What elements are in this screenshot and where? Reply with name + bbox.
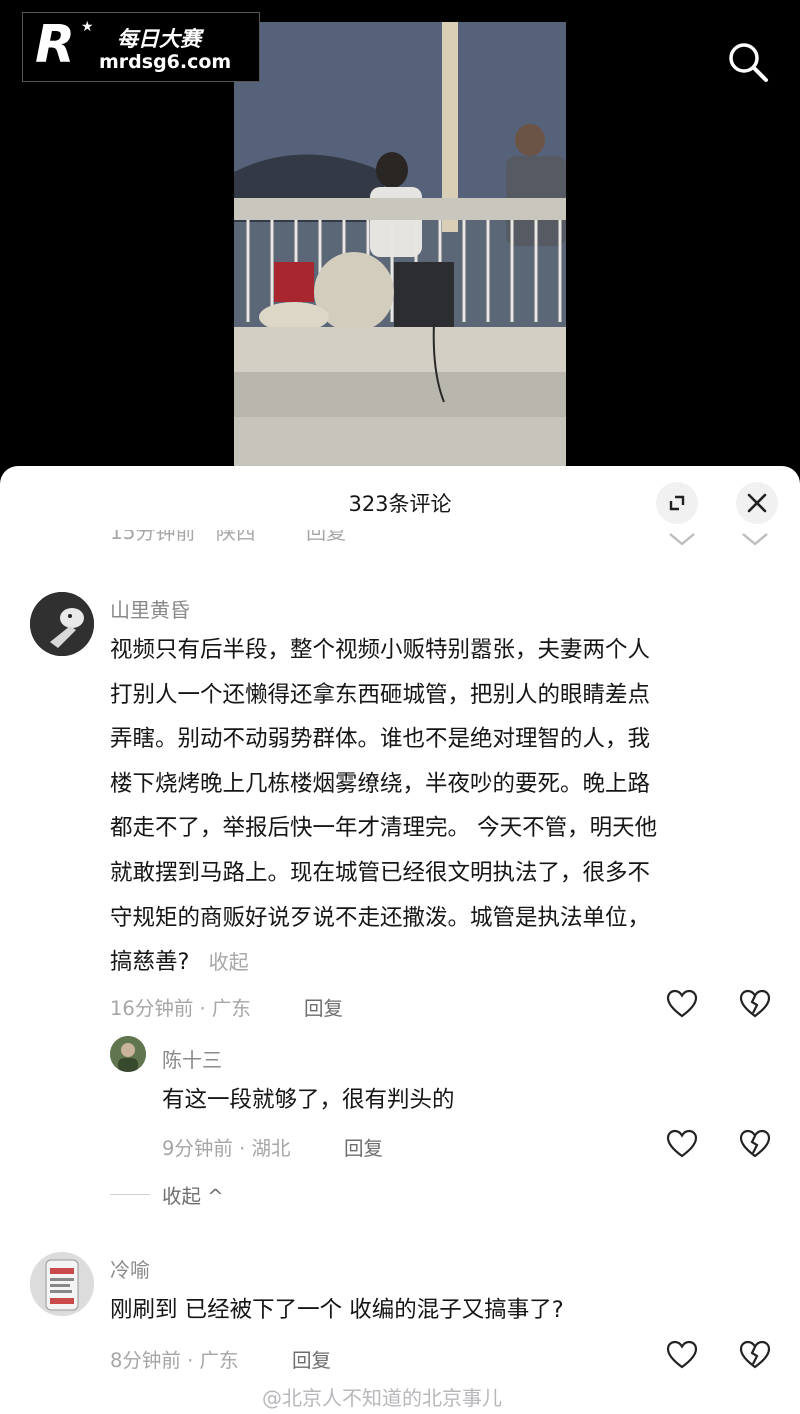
avatar-image [30,592,94,656]
comment-line: 弄瞎。别动不动弱势群体。谁也不是绝对理智的人，我 [110,726,651,753]
reply-button[interactable]: 回复 [292,1344,331,1373]
heart-icon[interactable] [665,1338,699,1372]
comment-time-location: 16分钟前 · 广东 [110,997,251,1020]
comment-line: 都走不了，举报后快一年才清理完。 今天不管，明天他 [110,815,658,842]
reply-username[interactable]: 陈十三 [162,1044,222,1073]
avatar-image [110,1036,146,1072]
broken-heart-icon[interactable] [738,987,772,1021]
previous-comment-time: 15分钟前 [110,530,196,544]
watermark-logo: R ★ 每日大赛 mrdsg6.com [22,12,260,82]
logo-name: 每日大赛 [117,27,201,51]
comment-line: 守规矩的商贩好说歹说不走还撒泼。城管是执法单位， [110,904,651,931]
chevron-down-icon[interactable] [665,528,699,562]
reply-text[interactable]: 有这一段就够了，很有判头的 [162,1078,455,1123]
comment-line: 打别人一个还懒得还拿东西砸城管，把别人的眼睛差点 [110,681,651,708]
expand-button[interactable] [656,482,698,524]
avatar-image [30,1252,94,1316]
video-player[interactable]: R ★ 每日大赛 mrdsg6.com [0,0,800,480]
logo-url: mrdsg6.com [99,51,232,73]
collapse-replies-label: 收起 ^ [162,1185,224,1208]
search-button[interactable] [724,38,772,86]
avatar[interactable] [30,592,94,656]
previous-comment-reply[interactable]: 回复 [306,530,346,544]
expand-icon [669,495,685,511]
comment-line: 搞慈善? [110,949,190,976]
heart-icon[interactable] [665,1127,699,1161]
comment-text[interactable]: 刚刷到 已经被下了一个 收编的混子又搞事了? [110,1288,564,1333]
source-watermark: @北京人不知道的北京事儿 [262,1386,502,1410]
avatar[interactable] [30,1252,94,1316]
chevron-down-icon[interactable] [738,528,772,562]
comment-line: 楼下烧烤晚上几栋楼烟雾缭绕，半夜吵的要死。晚上路 [110,770,651,797]
comment-text[interactable]: 视频只有后半段，整个视频小贩特别嚣张，夫妻两个人 打别人一个还懒得还拿东西砸城管… [110,628,770,985]
star-icon: ★ [81,19,94,35]
previous-comment-location: 陕西 [215,530,256,544]
broken-heart-icon[interactable] [738,1338,772,1372]
close-icon [747,493,767,513]
heart-icon[interactable] [665,987,699,1021]
video-frame[interactable] [234,22,566,468]
logo-letter: R [35,15,76,75]
search-icon [729,43,768,82]
comment-line: 视频只有后半段，整个视频小贩特别嚣张，夫妻两个人 [110,637,651,663]
reply-button[interactable]: 回复 [304,992,343,1021]
close-button[interactable] [736,482,778,524]
broken-heart-icon[interactable] [738,1127,772,1161]
comment-line: 就敢摆到马路上。现在城管已经很文明执法了，很多不 [110,859,651,886]
comments-sheet: 323条评论 15分钟前 陕西 回复 山里黄昏 视频只有后半段，整个视频小贩特别… [0,466,800,1414]
comment-username[interactable]: 冷喻 [110,1254,150,1283]
reply-time-location: 9分钟前 · 湖北 [162,1137,291,1160]
comment-username[interactable]: 山里黄昏 [110,594,190,623]
comment-line-last: 搞慈善? 收起 [110,940,770,985]
divider [110,1194,150,1195]
collapse-replies-button[interactable]: 收起 ^ [110,1180,224,1209]
reply-button[interactable]: 回复 [344,1132,383,1161]
comment-time-location: 8分钟前 · 广东 [110,1349,239,1372]
reply-avatar[interactable] [110,1036,146,1072]
collapse-text-button[interactable]: 收起 [209,950,249,974]
video-still-image [234,22,566,468]
